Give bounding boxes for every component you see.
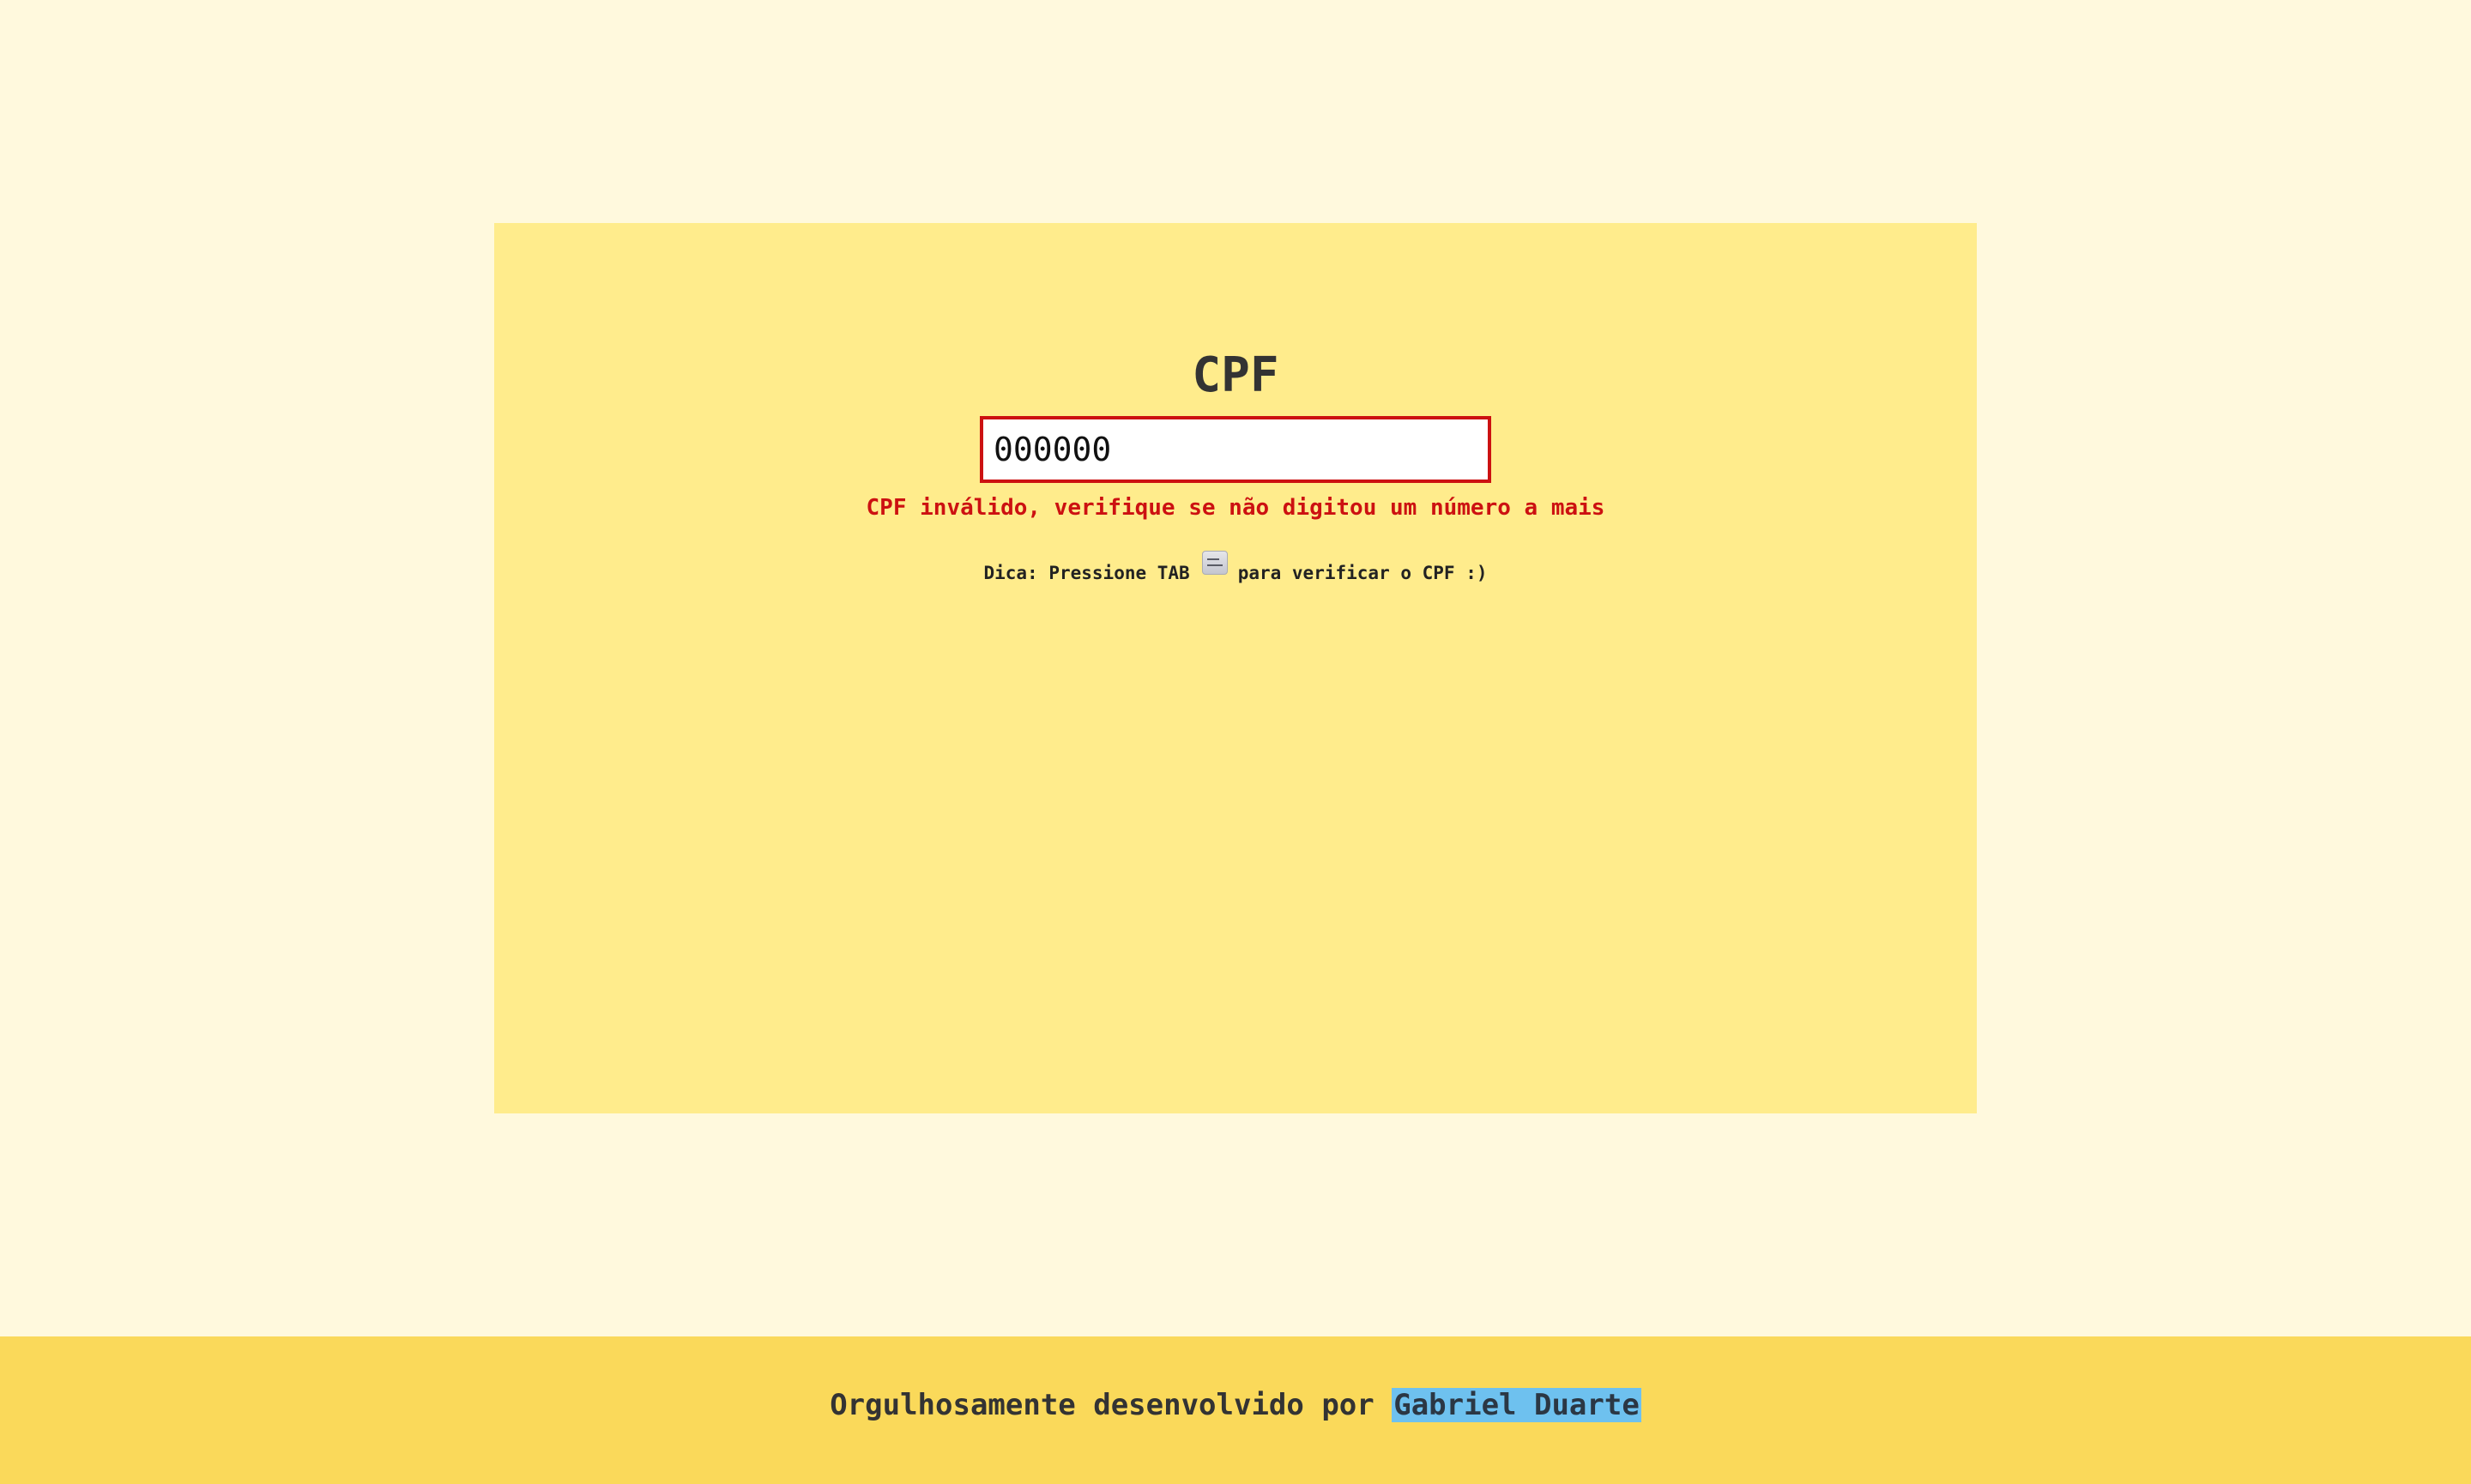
tip-text: Dica: Pressione TAB para verificar o CPF … <box>0 551 2471 590</box>
cpf-title: CPF <box>1192 347 1279 403</box>
footer-text: Orgulhosamente desenvolvido por <box>830 1388 1374 1422</box>
error-message: CPF inválido, verifique se não digitou u… <box>866 495 1605 521</box>
tip-text-before: Dica: Pressione TAB <box>983 563 1190 583</box>
cpf-input[interactable] <box>980 416 1491 483</box>
tab-key-icon <box>1201 551 1228 575</box>
footer: Orgulhosamente desenvolvido por Gabriel … <box>0 1336 2471 1484</box>
page: CPF CPF CPF inválido, verifique se não d… <box>0 0 2471 1484</box>
tip-text-after: para verificar o CPF :) <box>1237 563 1488 583</box>
footer-credit: Orgulhosamente desenvolvido por Gabriel … <box>0 1386 2471 1424</box>
author-link[interactable]: Gabriel Duarte <box>1392 1388 1641 1422</box>
